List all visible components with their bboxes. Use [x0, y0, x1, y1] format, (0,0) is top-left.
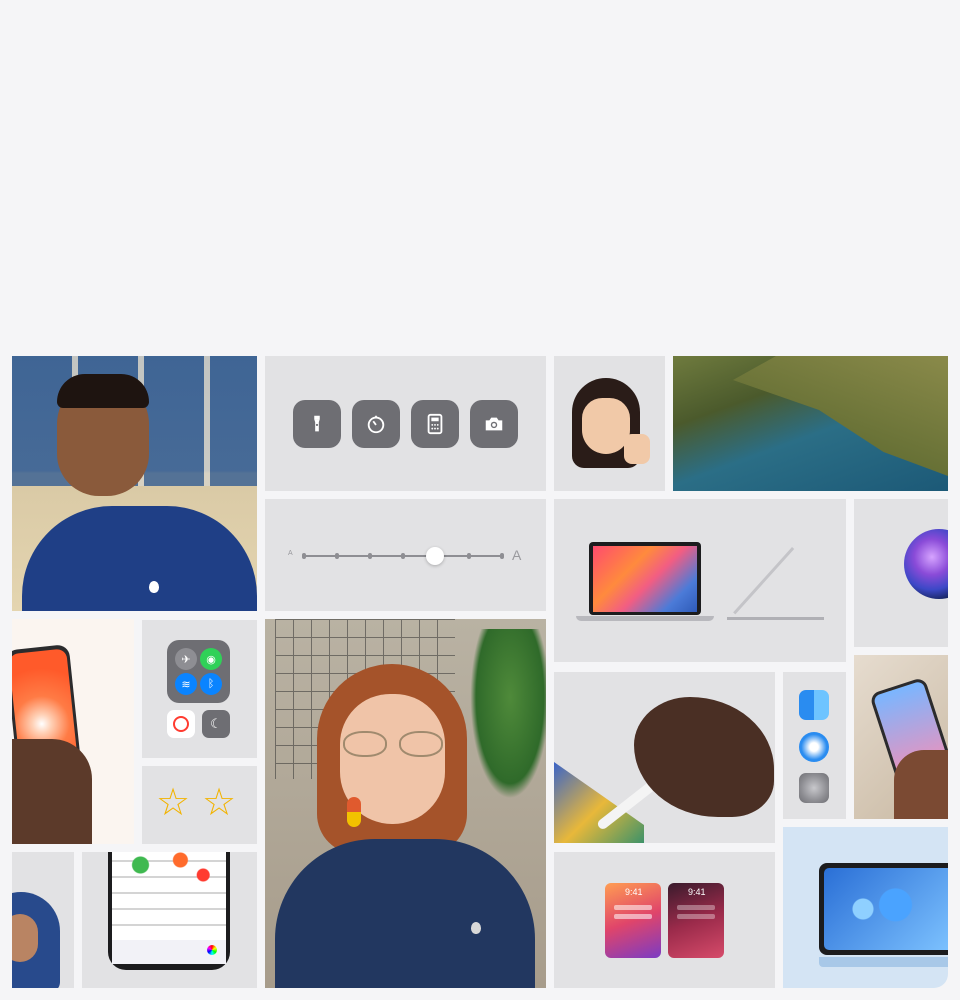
widget-bar [614, 914, 652, 919]
timer-button[interactable] [352, 400, 400, 448]
lockscreen-time-left: 9:41 [625, 887, 643, 897]
flashlight-icon [314, 415, 320, 432]
siri-tile [854, 499, 948, 647]
quick-controls-tile [265, 356, 546, 491]
slider-tick [467, 553, 471, 559]
do-not-disturb-button[interactable]: ☾ [202, 710, 230, 738]
widget-bar [614, 905, 652, 910]
wifi-icon[interactable]: ≋ [175, 673, 197, 695]
apple-pencil-tile [554, 672, 775, 843]
text-size-slider-tile: A A [265, 499, 546, 611]
system-preferences-icon[interactable] [799, 773, 829, 803]
safari-icon[interactable] [799, 732, 829, 762]
earring [347, 797, 361, 827]
calculator-button[interactable] [411, 400, 459, 448]
slider-thumb[interactable] [426, 547, 444, 565]
finder-icon[interactable] [799, 690, 829, 720]
lock-screen-widgets-tile: 9:41 9:41 [554, 852, 775, 988]
markup-canvas[interactable] [112, 852, 226, 940]
memoji-thumbs-up-tile [554, 356, 665, 491]
thumbs-up-icon [624, 434, 650, 464]
person-body [22, 506, 257, 611]
smiling-woman-photo [265, 619, 546, 988]
widget-bar [677, 905, 715, 910]
iphone-lockscreen-dark: 9:41 [668, 883, 724, 958]
slider-tick [335, 553, 339, 559]
camera-icon [485, 417, 503, 431]
orientation-lock-button[interactable] [167, 710, 195, 738]
moon-icon: ☾ [210, 716, 222, 731]
slider-tick [302, 553, 306, 559]
iphone-homescreen-hand-photo [854, 655, 948, 819]
markup-iphone-tile [82, 852, 257, 988]
lockscreen-time-right: 9:41 [688, 887, 706, 897]
widget-bar [677, 914, 715, 919]
stars-drawing-tile: ☆ ☆ [142, 766, 257, 844]
control-center-tile: ✈ ◉ ≋ ᛒ ☾ [142, 620, 257, 758]
macbook-wallpaper [593, 546, 697, 612]
slider-small-label: A [288, 550, 293, 557]
ipad-air-tile [783, 827, 948, 988]
apple-logo-icon [471, 922, 481, 934]
glasses [343, 731, 443, 757]
slider-large-label: A [512, 547, 522, 563]
orientation-lock-icon [173, 716, 189, 732]
woman-shirt [275, 839, 535, 988]
star-outline-icon: ☆ [202, 782, 237, 824]
coast-hills [733, 356, 948, 476]
memoji-hijab-tile [12, 852, 74, 988]
mac-apps-tile [783, 672, 846, 819]
facetime-person-photo [12, 356, 257, 611]
ipad-base [819, 957, 948, 967]
macbook-air-tile [554, 499, 846, 662]
siri-orb-icon[interactable] [904, 529, 948, 599]
calculator-icon [427, 413, 443, 435]
iphone-lockscreen-light: 9:41 [605, 883, 661, 958]
hand [12, 739, 92, 844]
flashlight-button[interactable] [293, 400, 341, 448]
ipad-wallpaper [824, 868, 948, 950]
slider-tick [401, 553, 405, 559]
bluetooth-icon[interactable]: ᛒ [200, 673, 222, 695]
big-sur-coast-photo [673, 356, 948, 491]
plant [470, 629, 546, 799]
camera-button[interactable] [470, 400, 518, 448]
iphone-12-hand-tile [12, 619, 134, 844]
connectivity-panel: ✈ ◉ ≋ ᛒ [167, 640, 230, 703]
person-hair [57, 374, 149, 408]
slider-tick [368, 553, 372, 559]
memoji-face [12, 914, 38, 962]
memoji-face [582, 398, 630, 454]
macbook-side-view [727, 547, 827, 622]
slider-tick [500, 553, 504, 559]
cellular-data-icon[interactable]: ◉ [200, 648, 222, 670]
timer-icon [367, 415, 385, 434]
airplane-mode-icon[interactable]: ✈ [175, 648, 197, 670]
color-picker-icon[interactable] [207, 945, 217, 955]
star-sketch-icon: ☆ [156, 782, 191, 824]
writing-hand [634, 697, 774, 817]
hand [894, 750, 948, 819]
macbook-base [576, 616, 714, 621]
apple-logo-icon [149, 581, 159, 593]
